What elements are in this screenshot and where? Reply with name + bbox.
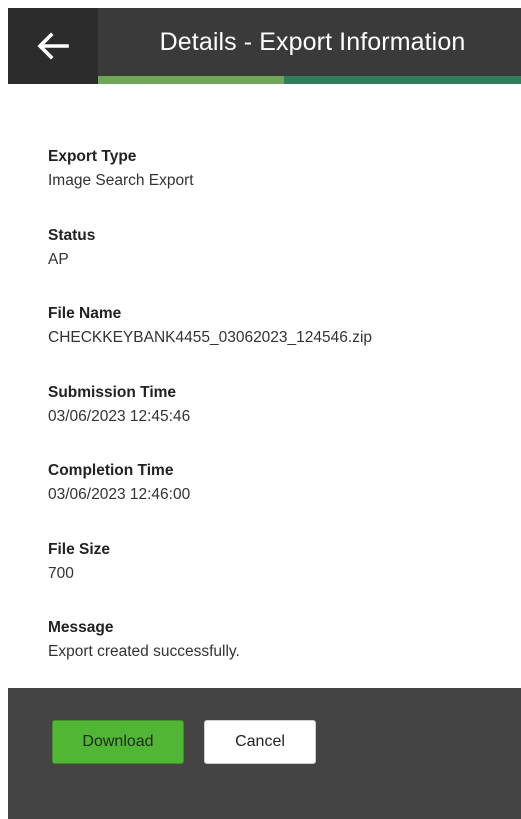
field-value: 03/06/2023 12:45:46	[48, 407, 191, 425]
field-label: File Name	[48, 305, 122, 322]
export-details-panel: Details - Export Information Export Type…	[8, 8, 521, 819]
header-accent-left	[98, 76, 284, 84]
field-value: AP	[48, 250, 69, 268]
field-label: Message	[48, 619, 114, 636]
field-submission-time: Submission Time 03/06/2023 12:45:46	[48, 383, 508, 462]
header-bar: Details - Export Information	[8, 8, 521, 84]
field-file-name: File Name CHECKKEYBANK4455_03062023_1245…	[48, 304, 508, 383]
field-label: File Size	[48, 540, 111, 558]
field-value: Export created successfully.	[48, 643, 240, 660]
field-label: Status	[48, 226, 96, 244]
field-file-size: File Size 700	[48, 540, 508, 619]
arrow-left-icon	[36, 31, 70, 61]
download-button[interactable]: Download	[52, 720, 184, 764]
field-value: 700	[48, 564, 74, 582]
details-list: Export Type Image Search Export Status A…	[48, 147, 508, 697]
header-accent-right	[284, 76, 521, 84]
field-value: 03/06/2023 12:46:00	[48, 486, 191, 503]
field-message: Message Export created successfully.	[48, 618, 508, 697]
field-label: Completion Time	[48, 462, 174, 479]
field-export-type: Export Type Image Search Export	[48, 147, 508, 226]
field-value: CHECKKEYBANK4455_03062023_124546.zip	[48, 329, 373, 346]
back-button[interactable]	[8, 8, 98, 84]
field-label: Export Type	[48, 148, 137, 165]
page-title: Details - Export Information	[159, 27, 466, 56]
cancel-button[interactable]: Cancel	[204, 720, 316, 764]
field-completion-time: Completion Time 03/06/2023 12:46:00	[48, 461, 508, 540]
field-label: Submission Time	[48, 383, 177, 401]
field-value: Image Search Export	[48, 172, 194, 189]
field-status: Status AP	[48, 226, 508, 305]
footer-bar: Download Cancel	[8, 688, 521, 819]
